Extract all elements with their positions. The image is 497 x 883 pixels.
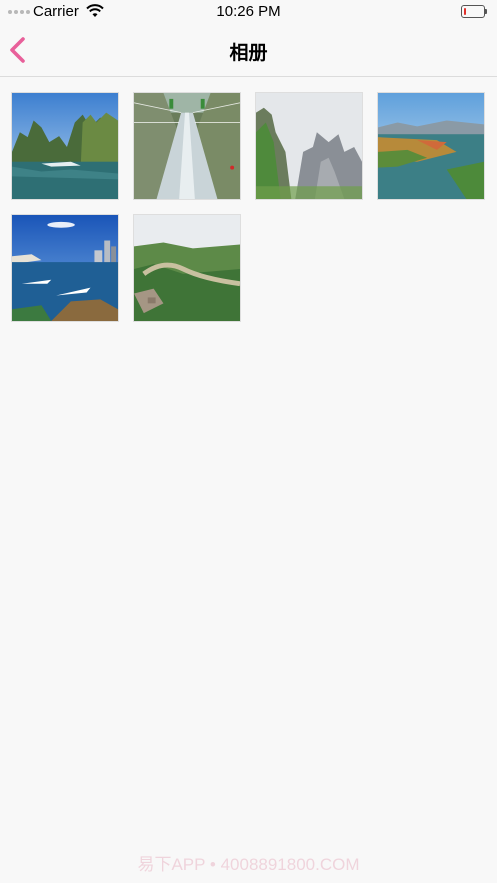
navigation-bar: 相册 bbox=[0, 24, 497, 77]
clock: 10:26 PM bbox=[216, 3, 281, 20]
photo-image bbox=[12, 93, 118, 199]
photo-image bbox=[378, 93, 484, 199]
photo-thumbnail-river-valley[interactable] bbox=[133, 214, 241, 322]
photo-thumbnail-karst-river[interactable] bbox=[11, 92, 119, 200]
photo-thumbnail-misty-cliffs[interactable] bbox=[255, 92, 363, 200]
battery-icon bbox=[461, 5, 487, 18]
photo-image bbox=[134, 93, 240, 199]
watermark: 易下APP • 4008891800.COM bbox=[137, 855, 360, 874]
photo-thumbnail-lake-wetland[interactable] bbox=[377, 92, 485, 200]
photo-image bbox=[134, 215, 240, 321]
photo-thumbnail-harbor-city[interactable] bbox=[11, 214, 119, 322]
photo-image bbox=[256, 93, 362, 199]
status-bar: Carrier 10:26 PM bbox=[0, 0, 497, 24]
photo-thumbnail-glass-bridge[interactable] bbox=[133, 92, 241, 200]
page-title: 相册 bbox=[229, 43, 268, 64]
photo-image bbox=[12, 215, 118, 321]
